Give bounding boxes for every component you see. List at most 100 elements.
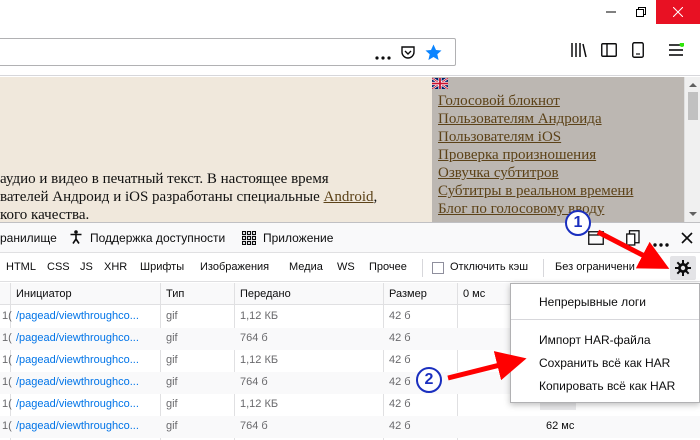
cell-transferred: 1,12 КБ <box>240 354 279 366</box>
filter-images[interactable]: Изображения <box>200 261 269 273</box>
sidebar-link-android-users[interactable]: Пользователям Андроида <box>438 111 602 128</box>
page-text-line-3: кого качества. <box>0 207 90 222</box>
cell-initiator[interactable]: /pagead/viewthroughco... <box>16 332 139 344</box>
step-badge-2: 2 <box>416 367 442 393</box>
hamburger-menu-icon[interactable] <box>664 38 688 62</box>
network-filter-bar: HTML CSS JS XHR Шрифты Изображения Медиа… <box>0 254 700 282</box>
sidebar-link-pronunciation[interactable]: Проверка произношения <box>438 147 596 164</box>
cell-initiator[interactable]: /pagead/viewthroughco... <box>16 376 139 388</box>
network-settings-button[interactable] <box>670 256 696 280</box>
scroll-down-icon <box>689 212 697 216</box>
minimize-icon <box>606 11 616 13</box>
page-text-comma: , <box>373 189 378 205</box>
dock-separate-window-icon[interactable] <box>626 230 640 249</box>
disable-cache-checkbox[interactable] <box>432 262 444 274</box>
sidebar-link-ios-users[interactable]: Пользователям iOS <box>438 129 561 146</box>
step-badge-1: 1 <box>565 210 591 236</box>
android-link[interactable]: Android <box>324 189 374 205</box>
filter-media[interactable]: Медиа <box>289 261 323 273</box>
menu-item-save-all-har[interactable]: Сохранить всё как HAR <box>539 356 670 370</box>
menu-item-import-har[interactable]: Импорт HAR-файла <box>539 333 651 347</box>
cell-status: 1( <box>2 398 12 410</box>
pocket-icon[interactable] <box>400 45 416 63</box>
restore-button[interactable] <box>626 0 656 24</box>
application-grid-icon <box>241 230 257 248</box>
column-transferred[interactable]: Передано <box>240 288 291 300</box>
page-actions-icon[interactable] <box>375 49 391 63</box>
waterfall-timing-label: 62 мс <box>546 420 575 432</box>
title-bar <box>0 0 700 24</box>
sidebar-link-voice-notepad[interactable]: Голосовой блокнот <box>438 93 560 110</box>
cell-initiator[interactable]: /pagead/viewthroughco... <box>16 420 139 432</box>
column-size[interactable]: Размер <box>389 288 427 300</box>
cell-size: 42 б <box>389 332 411 344</box>
filter-xhr[interactable]: XHR <box>104 261 127 273</box>
filter-other[interactable]: Прочее <box>369 261 407 273</box>
sidebar-link-subtitle-voiceover[interactable]: Озвучка субтитров <box>438 165 559 182</box>
disable-cache-label: Отключить кэш <box>450 261 529 273</box>
cell-size: 42 б <box>389 398 411 410</box>
cell-status: 1( <box>2 376 12 388</box>
cell-size: 42 б <box>389 420 411 432</box>
close-devtools-icon[interactable] <box>681 232 693 247</box>
cell-type: gif <box>166 310 178 322</box>
minimize-button[interactable] <box>596 0 626 24</box>
page-text-line-2: вателей Андроид и iOS разработаны специа… <box>0 189 377 206</box>
cell-transferred: 764 б <box>240 420 268 432</box>
restore-icon <box>636 7 646 17</box>
cell-initiator[interactable]: /pagead/viewthroughco... <box>16 398 139 410</box>
cell-status: 1( <box>2 310 12 322</box>
page-sidebar-menu: Голосовой блокнот Пользователям Андроида… <box>432 77 684 222</box>
cell-transferred: 1,12 КБ <box>240 398 279 410</box>
cell-size: 42 б <box>389 310 411 322</box>
cell-size: 42 б <box>389 354 411 366</box>
throttle-select[interactable]: Без ограничени <box>555 261 635 273</box>
url-bar[interactable] <box>0 38 456 66</box>
cell-initiator[interactable]: /pagead/viewthroughco... <box>16 310 139 322</box>
menu-item-copy-all-har[interactable]: Копировать всё как HAR <box>539 379 675 393</box>
tab-storage[interactable]: ранилище <box>0 231 57 245</box>
web-page: аудио и видео в печатный текст. В настоя… <box>0 77 684 222</box>
filter-js[interactable]: JS <box>80 261 93 273</box>
cell-size: 42 б <box>389 376 411 388</box>
cell-type: gif <box>166 354 178 366</box>
cell-transferred: 764 б <box>240 376 268 388</box>
column-type[interactable]: Тип <box>166 288 184 300</box>
cell-initiator[interactable]: /pagead/viewthroughco... <box>16 354 139 366</box>
sidebar-toggle-icon[interactable] <box>597 38 621 62</box>
cell-type: gif <box>166 420 178 432</box>
column-initiator[interactable]: Инициатор <box>16 288 72 300</box>
menu-separator <box>511 319 699 320</box>
tab-application[interactable]: Приложение <box>263 231 333 245</box>
menu-item-persist-logs[interactable]: Непрерывные логи <box>539 295 646 309</box>
table-row[interactable]: 1( /pagead/viewthroughco... gif 764 б 42… <box>0 416 700 438</box>
bookmark-star-icon[interactable] <box>425 44 442 64</box>
page-text-line-2-part: вателей Андроид и iOS разработаны специа… <box>0 189 324 205</box>
filter-fonts[interactable]: Шрифты <box>140 261 184 273</box>
close-icon <box>673 7 683 17</box>
devtools-tab-bar: ранилище Поддержка доступности Приложени… <box>0 223 700 253</box>
more-options-icon[interactable] <box>653 236 669 250</box>
sidebar-link-realtime-subtitles[interactable]: Субтитры в реальном времени <box>438 183 633 200</box>
column-timeline[interactable]: 0 мс <box>463 288 485 300</box>
cell-transferred: 1,12 КБ <box>240 310 279 322</box>
tab-accessibility[interactable]: Поддержка доступности <box>90 231 225 245</box>
filter-separator <box>422 259 423 277</box>
filter-ws[interactable]: WS <box>337 261 355 273</box>
responsive-mode-icon[interactable] <box>588 231 604 248</box>
close-window-button[interactable] <box>656 0 700 24</box>
uk-flag-icon[interactable] <box>432 78 448 89</box>
network-settings-menu: Непрерывные логи Импорт HAR-файла Сохран… <box>510 283 700 403</box>
sync-account-icon[interactable] <box>626 38 650 62</box>
library-icon[interactable] <box>567 38 591 62</box>
page-text-line-1: аудио и видео в печатный текст. В настоя… <box>0 171 329 187</box>
filter-css[interactable]: CSS <box>47 261 70 273</box>
cell-type: gif <box>166 332 178 344</box>
page-scrollbar[interactable] <box>684 77 700 222</box>
cell-status: 1( <box>2 420 12 432</box>
scrollbar-thumb[interactable] <box>688 92 698 120</box>
cell-type: gif <box>166 376 178 388</box>
filter-separator <box>543 259 544 277</box>
scroll-up-icon <box>689 83 697 87</box>
filter-html[interactable]: HTML <box>6 261 36 273</box>
